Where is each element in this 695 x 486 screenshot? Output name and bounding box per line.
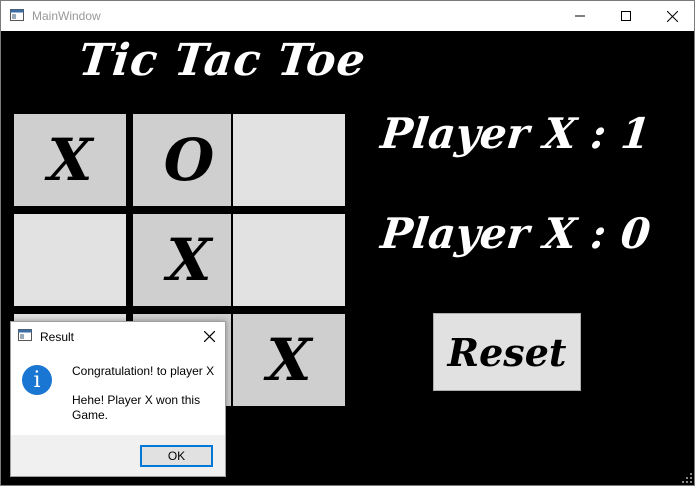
score-player-x-first: Player X : 1 bbox=[378, 109, 653, 158]
dialog-title: Result bbox=[40, 330, 75, 344]
maximize-icon bbox=[621, 11, 631, 21]
minimize-button[interactable] bbox=[557, 1, 603, 31]
info-icon: i bbox=[22, 365, 52, 395]
maximize-button[interactable] bbox=[603, 1, 649, 31]
game-title: Tic Tac Toe bbox=[76, 35, 369, 86]
board-cell-0-1[interactable]: O bbox=[131, 112, 247, 208]
resize-grip-icon[interactable] bbox=[682, 473, 692, 483]
dialog-footer: OK bbox=[11, 435, 225, 476]
app-icon bbox=[10, 9, 24, 21]
close-button[interactable] bbox=[649, 1, 695, 31]
window-title: MainWindow bbox=[32, 9, 101, 23]
dialog-close-button[interactable] bbox=[200, 327, 218, 345]
dialog-message-line1: Congratulation! to player X bbox=[72, 364, 215, 378]
board-cell-1-0[interactable] bbox=[12, 212, 128, 308]
result-dialog: Result i Congratulation! to player X Heh… bbox=[10, 321, 226, 477]
board-cell-1-2[interactable] bbox=[231, 212, 347, 308]
ok-button[interactable]: OK bbox=[140, 445, 213, 467]
score-player-x-second: Player X : 0 bbox=[378, 209, 653, 258]
close-icon bbox=[203, 330, 215, 342]
board-cell-0-2[interactable] bbox=[231, 112, 347, 208]
board-cell-0-0[interactable]: X bbox=[12, 112, 128, 208]
minimize-icon bbox=[575, 15, 585, 17]
close-icon bbox=[666, 10, 678, 22]
board-cell-1-1[interactable]: X bbox=[131, 212, 247, 308]
title-bar[interactable]: MainWindow bbox=[1, 1, 694, 31]
dialog-app-icon bbox=[18, 329, 32, 341]
board-cell-2-2[interactable]: X bbox=[231, 312, 347, 408]
reset-button[interactable]: Reset bbox=[433, 313, 581, 391]
dialog-message-line2: Hehe! Player X won this Game. bbox=[72, 393, 201, 422]
